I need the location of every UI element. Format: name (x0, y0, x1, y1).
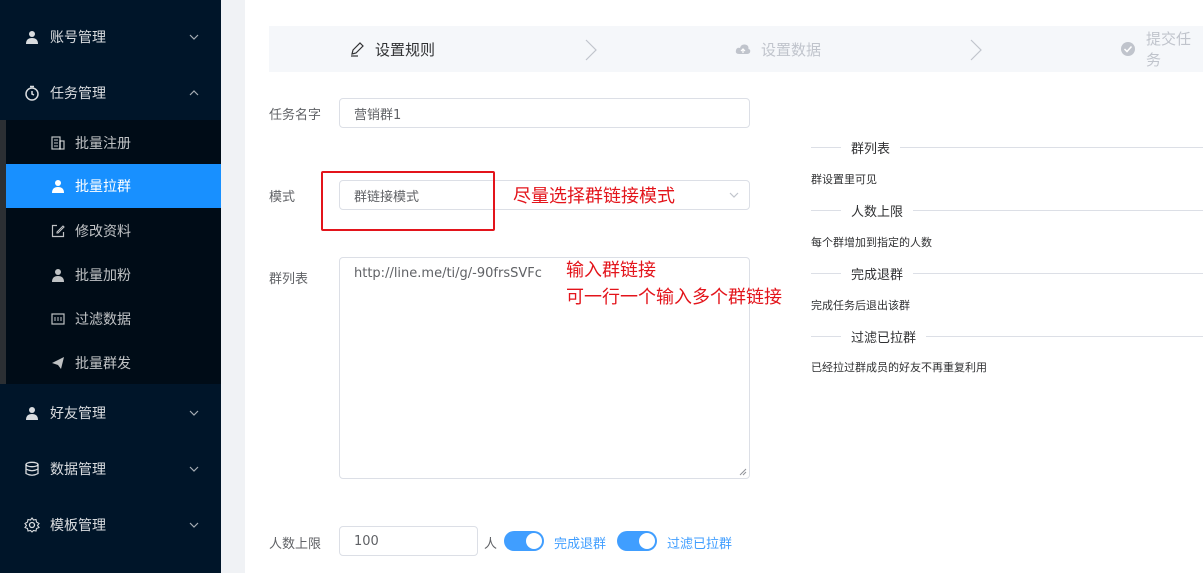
help-title: 人数上限 (841, 201, 914, 220)
menu-task-management[interactable]: 任务管理 (0, 65, 221, 121)
help-desc: 完成任务后退出该群 (811, 299, 910, 312)
gear-icon (24, 517, 40, 533)
sidebar-item-batch-add-fans[interactable]: 批量加粉 (6, 253, 221, 297)
annotation-link-hint-1: 输入群链接 (566, 260, 656, 281)
group-list-value: http://line.me/ti/g/-90frsSVFc (354, 266, 542, 281)
group-list-label: 群列表 (269, 272, 309, 287)
menu-label: 模板管理 (50, 518, 106, 534)
filter-pulled-switch-label[interactable]: 过滤已拉群 (667, 533, 732, 552)
chevron-down-icon (189, 410, 199, 416)
help-title: 群列表 (841, 138, 901, 157)
step-set-rules[interactable]: 设置规则 (349, 26, 435, 72)
menu-label: 账号管理 (50, 30, 106, 46)
filter-pulled-switch[interactable] (617, 531, 657, 551)
step-label: 设置规则 (375, 40, 436, 59)
menu-account-management[interactable]: 账号管理 (0, 9, 221, 65)
menu-label: 数据管理 (50, 462, 106, 478)
menu-label: 任务管理 (50, 86, 106, 102)
step-label: 提交任务 (1146, 30, 1192, 69)
chevron-down-icon (189, 34, 199, 40)
chevron-right-icon (585, 39, 597, 61)
building-icon (50, 135, 66, 151)
cloud-upload-icon (735, 41, 751, 57)
user-icon (24, 405, 40, 421)
sidebar-item-label: 批量加粉 (75, 268, 131, 284)
check-circle-icon (1120, 41, 1136, 57)
resize-grip-icon[interactable] (739, 468, 747, 476)
sidebar-item-filter-data[interactable]: 过滤数据 (6, 297, 221, 341)
limit-input[interactable]: 100 (339, 526, 478, 556)
annotation-link-hint-2: 可一行一个输入多个群链接 (566, 287, 782, 308)
sidebar-item-label: 过滤数据 (75, 312, 131, 328)
database-icon (24, 461, 40, 477)
limit-label: 人数上限 (269, 537, 322, 552)
limit-value: 100 (354, 533, 379, 549)
help-desc: 每个群增加到指定的人数 (811, 236, 932, 249)
annotation-box (321, 171, 495, 231)
sidebar-item-label: 批量群发 (75, 356, 131, 372)
clock-icon (24, 85, 40, 101)
step-set-data[interactable]: 设置数据 (735, 26, 821, 72)
filter-box-icon (50, 311, 66, 327)
user-icon (50, 178, 66, 194)
sidebar: 账号管理 任务管理 批量注册 批量拉群 修改资料 批量加粉 过滤数据 批量群发 … (0, 0, 221, 573)
step-label: 设置数据 (761, 40, 822, 59)
sidebar-item-label: 修改资料 (75, 224, 131, 240)
exit-group-switch-label[interactable]: 完成退群 (554, 533, 606, 552)
user-icon (24, 29, 40, 45)
sidebar-item-label: 批量注册 (75, 136, 131, 152)
menu-friend-management[interactable]: 好友管理 (0, 385, 221, 441)
sidebar-item-batch-register[interactable]: 批量注册 (6, 121, 221, 165)
help-desc: 已经拉过群成员的好友不再重复利用 (811, 361, 987, 374)
menu-data-management[interactable]: 数据管理 (0, 441, 221, 497)
task-name-label: 任务名字 (269, 108, 322, 123)
task-name-value: 营销群1 (354, 107, 402, 123)
step-submit-task[interactable]: 提交任务 (1120, 26, 1203, 72)
chevron-down-icon (189, 466, 199, 472)
user-icon (50, 267, 66, 283)
edit-pen-icon (349, 41, 365, 57)
sidebar-item-edit-profile[interactable]: 修改资料 (6, 209, 221, 253)
content-gutter (221, 0, 245, 573)
sidebar-item-batch-pull-group[interactable]: 批量拉群 (6, 164, 221, 208)
mode-label: 模式 (269, 190, 296, 205)
annotation-mode-hint: 尽量选择群链接模式 (513, 186, 675, 207)
task-name-input[interactable]: 营销群1 (339, 98, 750, 128)
menu-template-management[interactable]: 模板管理 (0, 497, 221, 553)
sidebar-item-batch-broadcast[interactable]: 批量群发 (6, 341, 221, 385)
exit-group-switch[interactable] (504, 531, 544, 551)
help-desc: 群设置里可见 (811, 173, 877, 186)
menu-label: 好友管理 (50, 406, 106, 422)
chevron-down-icon (189, 522, 199, 528)
chevron-down-icon (729, 192, 739, 198)
sidebar-item-label: 批量拉群 (75, 179, 131, 195)
chevron-right-icon (970, 39, 982, 61)
steps-bar: 设置规则 设置数据 提交任务 (269, 26, 1203, 72)
chevron-up-icon (189, 90, 199, 96)
edit-icon (50, 223, 66, 239)
help-title: 过滤已拉群 (841, 327, 927, 346)
help-title: 完成退群 (841, 264, 914, 283)
limit-unit: 人 (484, 537, 498, 552)
send-icon (50, 355, 66, 371)
